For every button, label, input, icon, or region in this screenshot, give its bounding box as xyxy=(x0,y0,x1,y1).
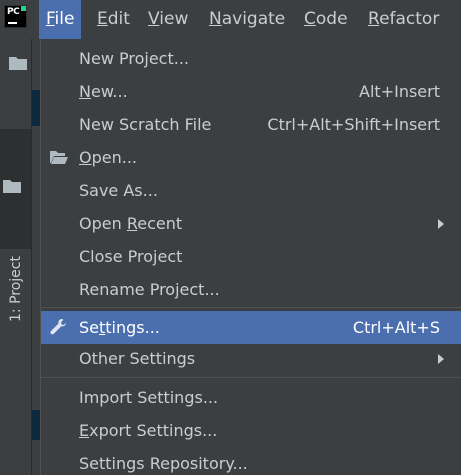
menu-item-new-project[interactable]: New Project... xyxy=(41,42,461,75)
open-folder-icon xyxy=(50,151,68,164)
tool-window-strip: 1: Project xyxy=(0,39,32,475)
menu-file[interactable]: File xyxy=(39,0,82,39)
menu-item-open-recent[interactable]: Open Recent xyxy=(41,207,461,240)
menu-item-new-scratch-file[interactable]: New Scratch File Ctrl+Alt+Shift+Insert xyxy=(41,108,461,141)
menu-edit[interactable]: Edit xyxy=(97,0,130,39)
menu-item-open[interactable]: Open... xyxy=(41,141,461,174)
menu-bar: PC File Edit View Navigate Code Refactor xyxy=(0,0,461,39)
menu-separator xyxy=(41,307,461,308)
menu-item-save-as[interactable]: Save As... xyxy=(41,174,461,207)
menu-item-other-settings[interactable]: Other Settings xyxy=(41,342,461,375)
menu-view[interactable]: View xyxy=(148,0,188,39)
submenu-arrow-icon xyxy=(438,354,444,364)
background-selection xyxy=(32,410,40,440)
menu-item-settings[interactable]: Settings... Ctrl+Alt+S xyxy=(41,311,461,344)
menu-navigate[interactable]: Navigate xyxy=(209,0,285,39)
menu-item-new[interactable]: New... Alt+Insert xyxy=(41,75,461,108)
menu-item-close-project[interactable]: Close Project xyxy=(41,240,461,273)
wrench-icon xyxy=(50,319,66,335)
file-menu-dropdown: New Project... New... Alt+Insert New Scr… xyxy=(40,39,461,475)
menu-code[interactable]: Code xyxy=(304,0,348,39)
background-selection xyxy=(32,90,40,126)
menu-refactor[interactable]: Refactor xyxy=(368,0,439,39)
menu-item-import-settings[interactable]: Import Settings... xyxy=(41,381,461,414)
shortcut-label: Ctrl+Alt+S xyxy=(352,318,440,337)
folder-icon[interactable] xyxy=(8,55,28,71)
folder-icon xyxy=(3,180,21,193)
ide-window: PC File Edit View Navigate Code Refactor… xyxy=(0,0,461,475)
project-tab-label: 1: Project xyxy=(8,256,24,322)
menu-item-rename-project[interactable]: Rename Project... xyxy=(41,273,461,306)
shortcut-label: Alt+Insert xyxy=(359,82,440,101)
pycharm-logo-icon: PC xyxy=(4,5,27,28)
shortcut-label: Ctrl+Alt+Shift+Insert xyxy=(267,115,440,134)
menu-separator xyxy=(41,377,461,378)
menu-item-settings-repository[interactable]: Settings Repository... xyxy=(41,447,461,475)
menu-item-export-settings[interactable]: Export Settings... xyxy=(41,414,461,447)
submenu-arrow-icon xyxy=(438,219,444,229)
